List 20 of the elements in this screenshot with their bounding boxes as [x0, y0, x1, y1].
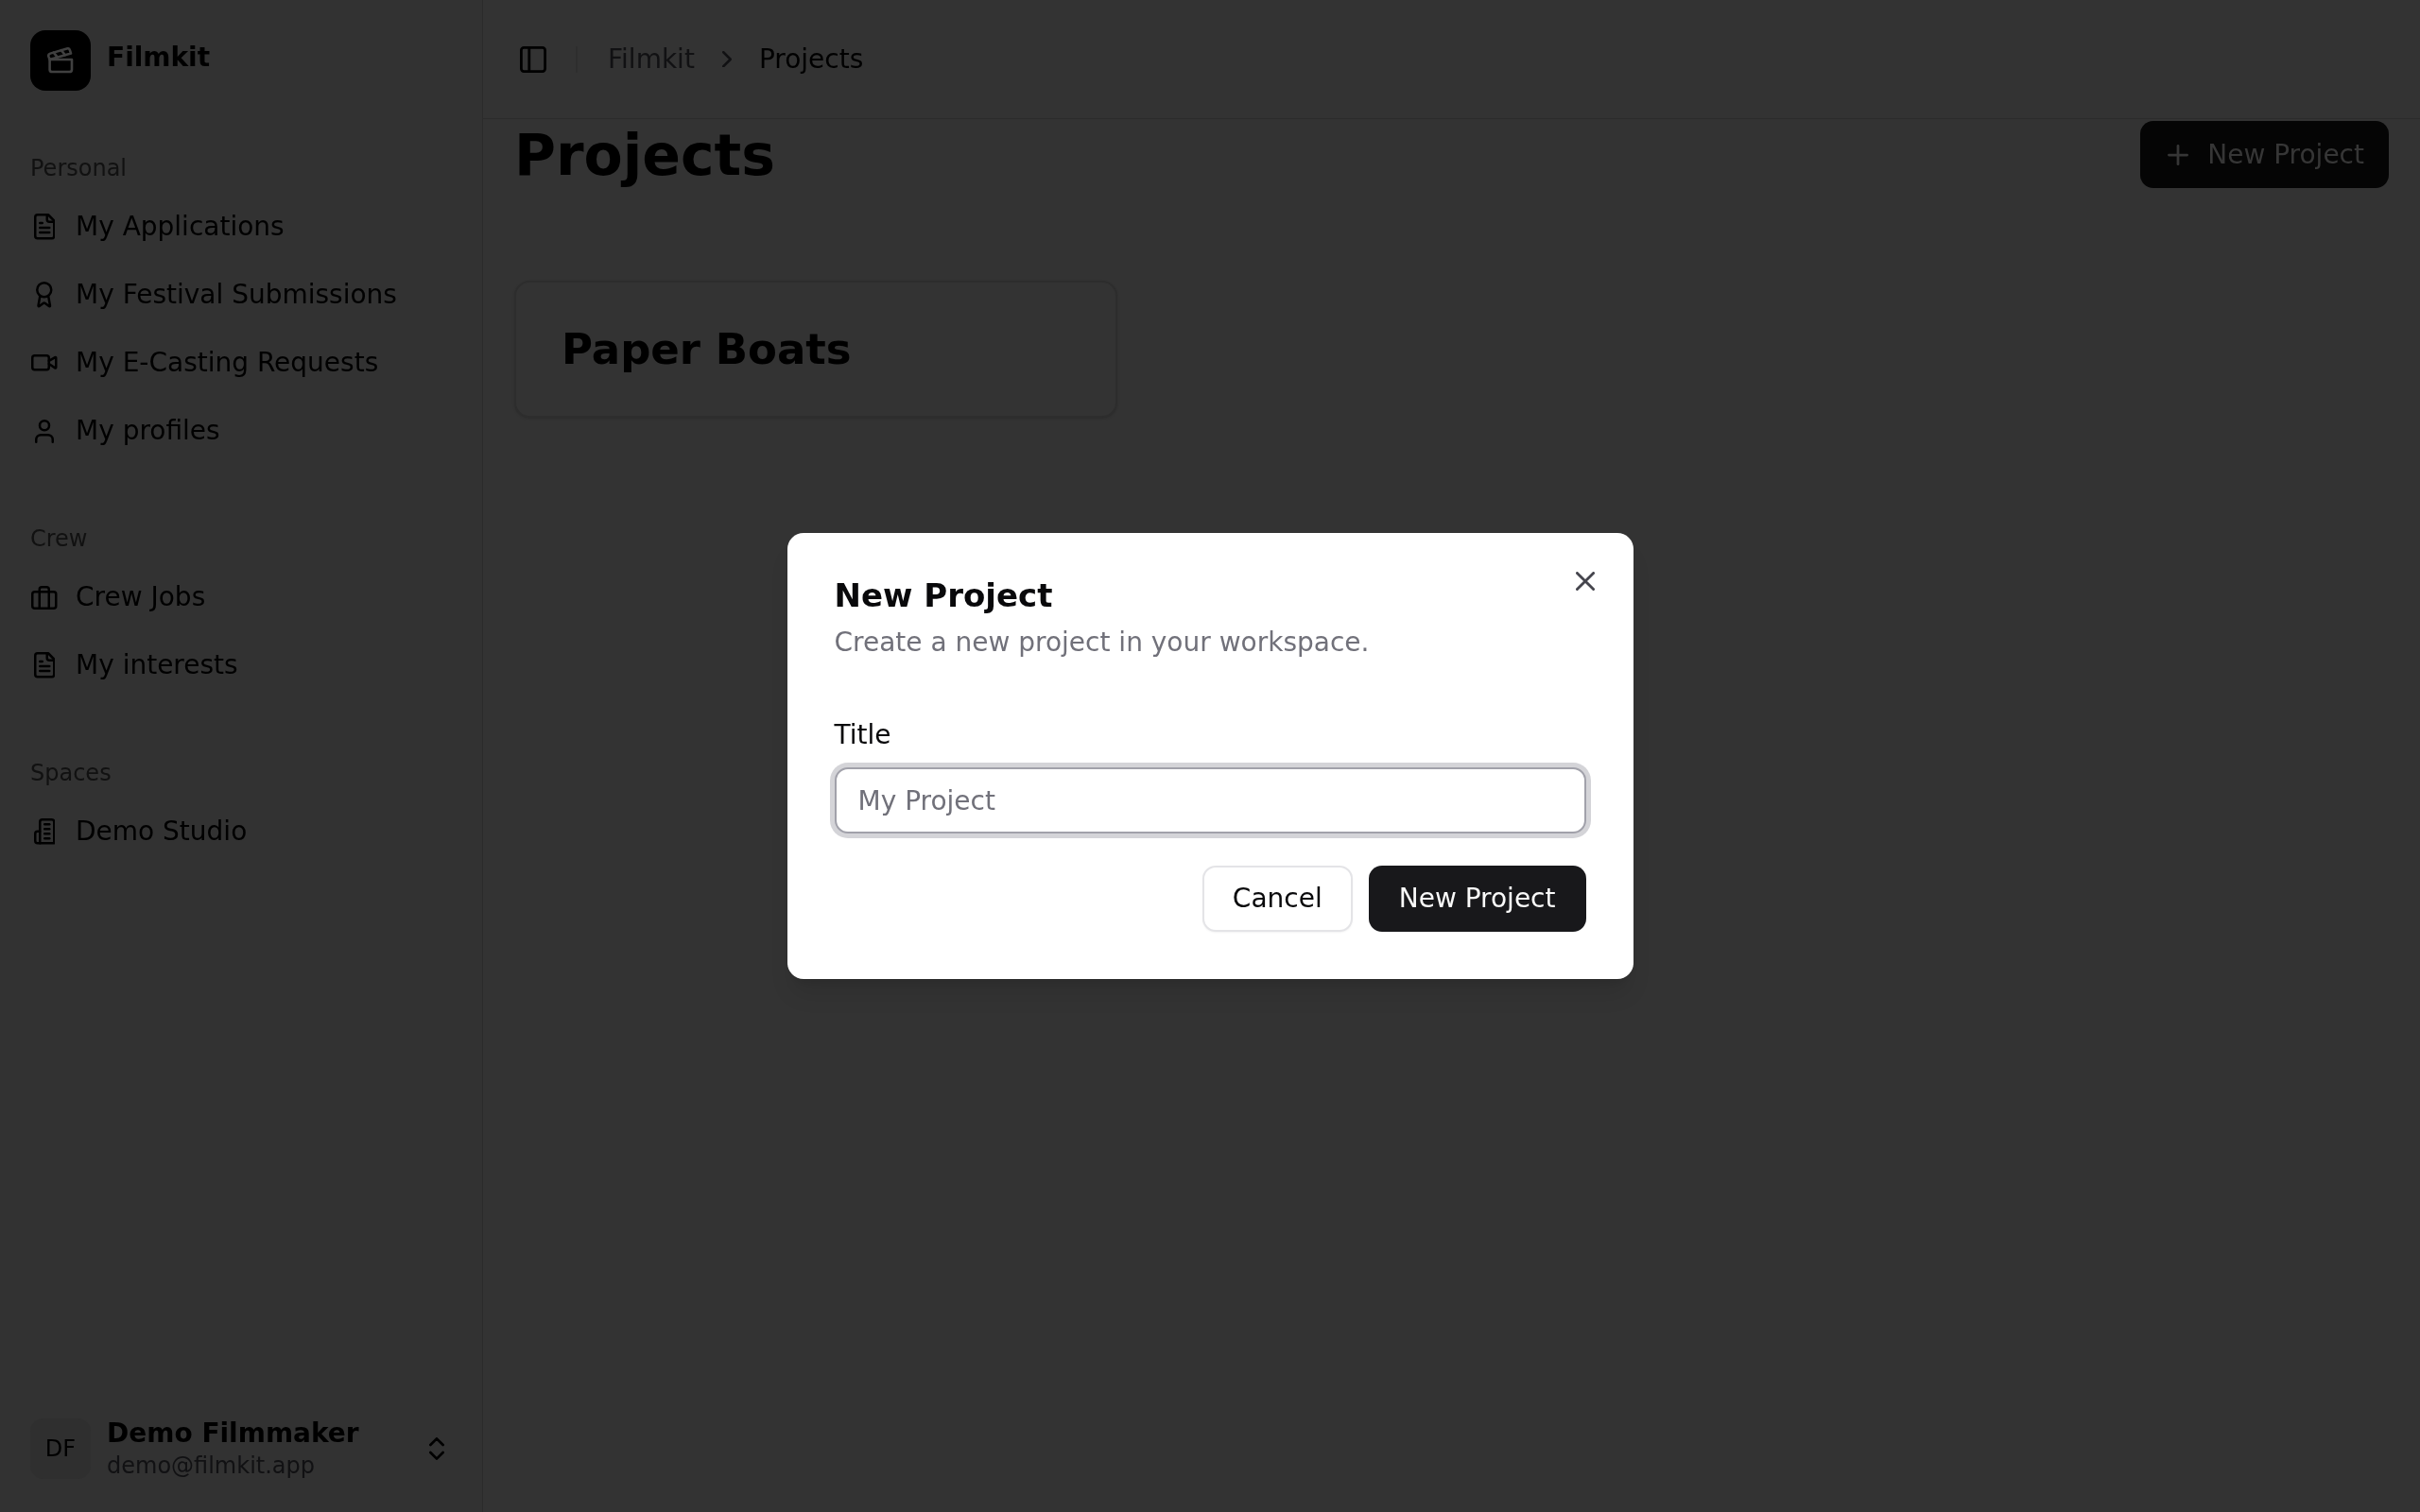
cancel-button[interactable]: Cancel: [1201, 866, 1353, 932]
create-button[interactable]: New Project: [1368, 866, 1586, 932]
document-icon: [33, 652, 56, 679]
clapperboard-icon: [30, 30, 91, 91]
field-label: Title: [834, 718, 892, 752]
briefcase-icon: [31, 585, 58, 610]
close-icon: [1576, 572, 1596, 591]
person-icon: [35, 419, 54, 443]
chevron-right-icon: [721, 50, 732, 68]
building-icon: [33, 818, 56, 845]
sidebar-toggle-button[interactable]: [520, 45, 546, 73]
chevrons-up-down-icon[interactable]: [429, 1437, 444, 1460]
award-ribbon-icon: [36, 282, 53, 308]
video-camera-icon: [31, 354, 58, 371]
plus-icon: [2168, 144, 2189, 165]
input-field[interactable]: My Project: [834, 767, 1586, 833]
document-icon: [33, 214, 56, 240]
panel-left-icon: [520, 45, 546, 73]
dialog-title: New Project: [834, 576, 1054, 614]
dialog-description: Create a new project in your workspace.: [834, 626, 1371, 660]
